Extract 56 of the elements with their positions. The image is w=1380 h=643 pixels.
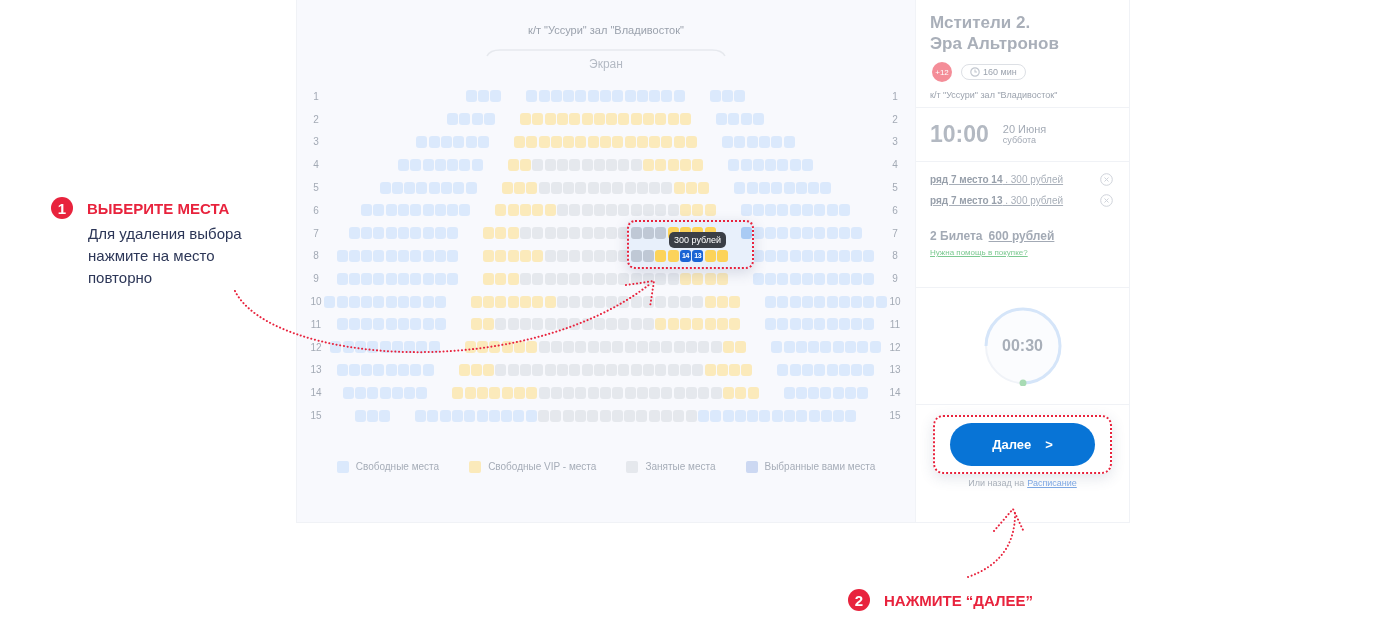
row-number: 7 xyxy=(891,227,899,239)
movie-title: Мстители 2. Эра Альтронов xyxy=(930,12,1060,54)
row-number: 2 xyxy=(312,113,320,125)
row-number: 4 xyxy=(891,159,899,171)
step-number-badge: 2 xyxy=(848,589,870,611)
row-number: 11 xyxy=(888,318,902,330)
row-number: 2 xyxy=(891,113,899,125)
screen-label: Экран xyxy=(589,57,623,71)
ticket-count: 2 Билета xyxy=(930,229,983,243)
row-number: 3 xyxy=(312,136,320,148)
legend-label: Свободные VIP - места xyxy=(488,461,597,473)
step-title: ВЫБЕРИТЕ МЕСТА xyxy=(87,199,230,217)
legend-label: Выбранные вами места xyxy=(764,461,876,473)
row-number: 13 xyxy=(309,364,323,376)
venue-text: к/т "Уссури" зал "Владивосток" xyxy=(930,90,1059,100)
age-rating-badge: +12 xyxy=(932,62,952,82)
row-number: 12 xyxy=(888,341,902,353)
countdown-timer: 00:30 xyxy=(982,306,1063,386)
step-title: НАЖМИТЕ “ДАЛЕЕ” xyxy=(884,591,1034,609)
ticket-link[interactable]: ряд 7 место 13 . 300 рублей xyxy=(930,195,1064,206)
row-number: 10 xyxy=(888,296,902,308)
step-description: Для удаления выбора нажмите на место повторно xyxy=(88,224,243,288)
row-number: 8 xyxy=(312,250,320,262)
row-number: 6 xyxy=(891,204,899,216)
next-button[interactable]: Далее > xyxy=(950,423,1095,466)
legend-label: Занятые места xyxy=(645,461,716,473)
total-price: 600 рублей xyxy=(988,229,1055,243)
row-number: 15 xyxy=(309,410,323,422)
row-number: 13 xyxy=(888,364,902,376)
legend-label: Свободные места xyxy=(355,461,440,473)
help-link[interactable]: Нужна помощь в покупке? xyxy=(930,248,1115,257)
step-number-badge: 1 xyxy=(51,197,73,219)
row-number: 1 xyxy=(891,90,899,102)
row-number: 7 xyxy=(312,227,320,239)
row-number: 11 xyxy=(309,318,323,330)
row-number: 1 xyxy=(312,90,320,102)
row-number: 8 xyxy=(891,250,899,262)
row-number: 9 xyxy=(891,273,899,285)
session-time: 10:00 xyxy=(930,121,989,148)
row-number: 12 xyxy=(309,341,323,353)
hall-title: к/т "Уссури" зал "Владивосток" xyxy=(528,24,684,36)
row-number: 9 xyxy=(312,273,320,285)
row-number: 3 xyxy=(891,136,899,148)
row-number: 4 xyxy=(312,159,320,171)
row-number: 5 xyxy=(312,182,320,194)
row-number: 14 xyxy=(888,387,902,399)
row-number: 10 xyxy=(309,296,323,308)
back-text: Или назад на xyxy=(968,478,1025,488)
row-number: 5 xyxy=(891,182,899,194)
row-number: 15 xyxy=(888,410,902,422)
row-number: 14 xyxy=(309,387,323,399)
schedule-link[interactable]: Расписание xyxy=(1027,478,1077,488)
row-number: 6 xyxy=(312,204,320,216)
session-weekday: суббота xyxy=(1002,134,1038,146)
ticket-link[interactable]: ряд 7 место 14 . 300 рублей xyxy=(930,174,1064,185)
session-date: 20 Июня xyxy=(1002,123,1047,135)
